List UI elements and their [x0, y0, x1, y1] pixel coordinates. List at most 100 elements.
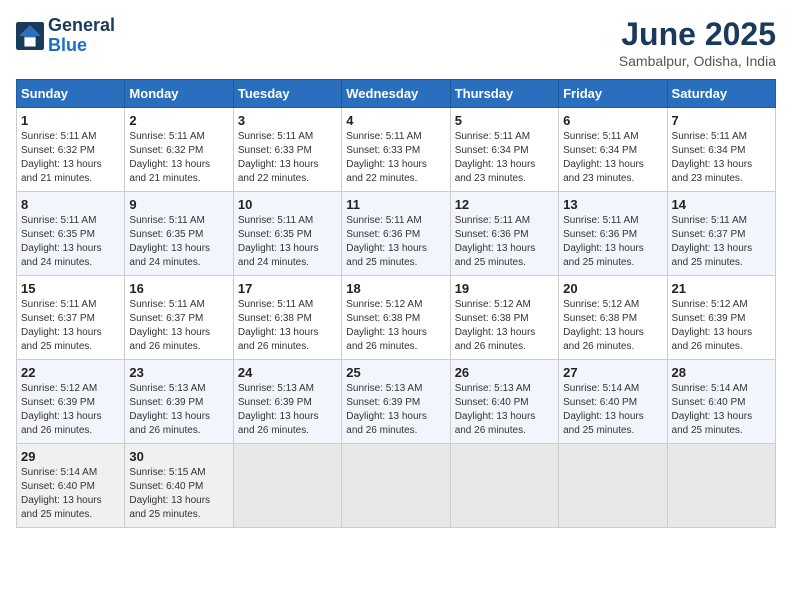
- day-detail: Sunrise: 5:11 AMSunset: 6:32 PMDaylight:…: [21, 131, 102, 184]
- calendar-cell: 13 Sunrise: 5:11 AMSunset: 6:36 PMDaylig…: [559, 192, 667, 276]
- calendar-cell: 4 Sunrise: 5:11 AMSunset: 6:33 PMDayligh…: [342, 108, 450, 192]
- calendar-cell: 5 Sunrise: 5:11 AMSunset: 6:34 PMDayligh…: [450, 108, 558, 192]
- day-detail: Sunrise: 5:13 AMSunset: 6:40 PMDaylight:…: [455, 383, 536, 436]
- day-detail: Sunrise: 5:11 AMSunset: 6:37 PMDaylight:…: [21, 299, 102, 352]
- week-row-3: 15 Sunrise: 5:11 AMSunset: 6:37 PMDaylig…: [17, 276, 776, 360]
- page-header: General Blue June 2025 Sambalpur, Odisha…: [16, 16, 776, 69]
- day-detail: Sunrise: 5:15 AMSunset: 6:40 PMDaylight:…: [129, 467, 210, 520]
- day-number: 8: [21, 197, 120, 212]
- day-detail: Sunrise: 5:11 AMSunset: 6:36 PMDaylight:…: [563, 215, 644, 268]
- month-year-heading: June 2025: [619, 16, 776, 53]
- day-number: 6: [563, 113, 662, 128]
- calendar-cell: 9 Sunrise: 5:11 AMSunset: 6:35 PMDayligh…: [125, 192, 233, 276]
- day-number: 20: [563, 281, 662, 296]
- calendar-cell: 1 Sunrise: 5:11 AMSunset: 6:32 PMDayligh…: [17, 108, 125, 192]
- calendar-cell: 8 Sunrise: 5:11 AMSunset: 6:35 PMDayligh…: [17, 192, 125, 276]
- calendar-cell: 23 Sunrise: 5:13 AMSunset: 6:39 PMDaylig…: [125, 360, 233, 444]
- logo-icon: [16, 22, 44, 50]
- calendar-cell: 10 Sunrise: 5:11 AMSunset: 6:35 PMDaylig…: [233, 192, 341, 276]
- calendar-cell: 15 Sunrise: 5:11 AMSunset: 6:37 PMDaylig…: [17, 276, 125, 360]
- day-detail: Sunrise: 5:13 AMSunset: 6:39 PMDaylight:…: [238, 383, 319, 436]
- day-number: 21: [672, 281, 771, 296]
- day-detail: Sunrise: 5:11 AMSunset: 6:36 PMDaylight:…: [346, 215, 427, 268]
- calendar-cell: 7 Sunrise: 5:11 AMSunset: 6:34 PMDayligh…: [667, 108, 775, 192]
- day-detail: Sunrise: 5:12 AMSunset: 6:38 PMDaylight:…: [346, 299, 427, 352]
- weekday-header-row: SundayMondayTuesdayWednesdayThursdayFrid…: [17, 80, 776, 108]
- day-number: 18: [346, 281, 445, 296]
- day-detail: Sunrise: 5:12 AMSunset: 6:38 PMDaylight:…: [455, 299, 536, 352]
- calendar-cell: 24 Sunrise: 5:13 AMSunset: 6:39 PMDaylig…: [233, 360, 341, 444]
- day-detail: Sunrise: 5:11 AMSunset: 6:33 PMDaylight:…: [346, 131, 427, 184]
- day-number: 19: [455, 281, 554, 296]
- day-detail: Sunrise: 5:11 AMSunset: 6:37 PMDaylight:…: [129, 299, 210, 352]
- day-number: 12: [455, 197, 554, 212]
- day-number: 22: [21, 365, 120, 380]
- day-number: 17: [238, 281, 337, 296]
- day-number: 9: [129, 197, 228, 212]
- calendar-cell: 25 Sunrise: 5:13 AMSunset: 6:39 PMDaylig…: [342, 360, 450, 444]
- week-row-5: 29 Sunrise: 5:14 AMSunset: 6:40 PMDaylig…: [17, 444, 776, 528]
- day-detail: Sunrise: 5:11 AMSunset: 6:38 PMDaylight:…: [238, 299, 319, 352]
- logo: General Blue: [16, 16, 115, 56]
- day-detail: Sunrise: 5:13 AMSunset: 6:39 PMDaylight:…: [346, 383, 427, 436]
- calendar-cell: 12 Sunrise: 5:11 AMSunset: 6:36 PMDaylig…: [450, 192, 558, 276]
- calendar-cell: 26 Sunrise: 5:13 AMSunset: 6:40 PMDaylig…: [450, 360, 558, 444]
- day-detail: Sunrise: 5:12 AMSunset: 6:38 PMDaylight:…: [563, 299, 644, 352]
- calendar-cell: 11 Sunrise: 5:11 AMSunset: 6:36 PMDaylig…: [342, 192, 450, 276]
- calendar-cell: 30 Sunrise: 5:15 AMSunset: 6:40 PMDaylig…: [125, 444, 233, 528]
- calendar-cell: 21 Sunrise: 5:12 AMSunset: 6:39 PMDaylig…: [667, 276, 775, 360]
- day-number: 29: [21, 449, 120, 464]
- day-number: 27: [563, 365, 662, 380]
- day-detail: Sunrise: 5:13 AMSunset: 6:39 PMDaylight:…: [129, 383, 210, 436]
- calendar-cell: 22 Sunrise: 5:12 AMSunset: 6:39 PMDaylig…: [17, 360, 125, 444]
- calendar-cell: [559, 444, 667, 528]
- day-number: 5: [455, 113, 554, 128]
- calendar-cell: 20 Sunrise: 5:12 AMSunset: 6:38 PMDaylig…: [559, 276, 667, 360]
- day-number: 16: [129, 281, 228, 296]
- calendar-cell: 6 Sunrise: 5:11 AMSunset: 6:34 PMDayligh…: [559, 108, 667, 192]
- logo-blue: Blue: [48, 35, 87, 55]
- day-number: 4: [346, 113, 445, 128]
- day-detail: Sunrise: 5:11 AMSunset: 6:34 PMDaylight:…: [672, 131, 753, 184]
- calendar-table: SundayMondayTuesdayWednesdayThursdayFrid…: [16, 79, 776, 528]
- day-detail: Sunrise: 5:12 AMSunset: 6:39 PMDaylight:…: [672, 299, 753, 352]
- day-number: 1: [21, 113, 120, 128]
- day-detail: Sunrise: 5:14 AMSunset: 6:40 PMDaylight:…: [563, 383, 644, 436]
- day-detail: Sunrise: 5:14 AMSunset: 6:40 PMDaylight:…: [21, 467, 102, 520]
- calendar-cell: 16 Sunrise: 5:11 AMSunset: 6:37 PMDaylig…: [125, 276, 233, 360]
- day-detail: Sunrise: 5:11 AMSunset: 6:32 PMDaylight:…: [129, 131, 210, 184]
- calendar-title: June 2025 Sambalpur, Odisha, India: [619, 16, 776, 69]
- day-detail: Sunrise: 5:11 AMSunset: 6:35 PMDaylight:…: [21, 215, 102, 268]
- day-detail: Sunrise: 5:11 AMSunset: 6:37 PMDaylight:…: [672, 215, 753, 268]
- week-row-4: 22 Sunrise: 5:12 AMSunset: 6:39 PMDaylig…: [17, 360, 776, 444]
- calendar-cell: 3 Sunrise: 5:11 AMSunset: 6:33 PMDayligh…: [233, 108, 341, 192]
- day-number: 26: [455, 365, 554, 380]
- day-number: 23: [129, 365, 228, 380]
- calendar-cell: 29 Sunrise: 5:14 AMSunset: 6:40 PMDaylig…: [17, 444, 125, 528]
- calendar-cell: 27 Sunrise: 5:14 AMSunset: 6:40 PMDaylig…: [559, 360, 667, 444]
- day-number: 15: [21, 281, 120, 296]
- day-number: 11: [346, 197, 445, 212]
- header-wednesday: Wednesday: [342, 80, 450, 108]
- logo-general: General: [48, 15, 115, 35]
- calendar-cell: 18 Sunrise: 5:12 AMSunset: 6:38 PMDaylig…: [342, 276, 450, 360]
- calendar-cell: 14 Sunrise: 5:11 AMSunset: 6:37 PMDaylig…: [667, 192, 775, 276]
- day-detail: Sunrise: 5:11 AMSunset: 6:34 PMDaylight:…: [563, 131, 644, 184]
- day-number: 14: [672, 197, 771, 212]
- calendar-cell: [233, 444, 341, 528]
- calendar-cell: 19 Sunrise: 5:12 AMSunset: 6:38 PMDaylig…: [450, 276, 558, 360]
- calendar-cell: [342, 444, 450, 528]
- day-number: 2: [129, 113, 228, 128]
- calendar-cell: [450, 444, 558, 528]
- logo-name: General Blue: [48, 16, 115, 56]
- day-number: 3: [238, 113, 337, 128]
- day-number: 28: [672, 365, 771, 380]
- day-detail: Sunrise: 5:12 AMSunset: 6:39 PMDaylight:…: [21, 383, 102, 436]
- location-label: Sambalpur, Odisha, India: [619, 53, 776, 69]
- day-detail: Sunrise: 5:11 AMSunset: 6:33 PMDaylight:…: [238, 131, 319, 184]
- header-friday: Friday: [559, 80, 667, 108]
- header-tuesday: Tuesday: [233, 80, 341, 108]
- day-number: 7: [672, 113, 771, 128]
- day-number: 13: [563, 197, 662, 212]
- header-monday: Monday: [125, 80, 233, 108]
